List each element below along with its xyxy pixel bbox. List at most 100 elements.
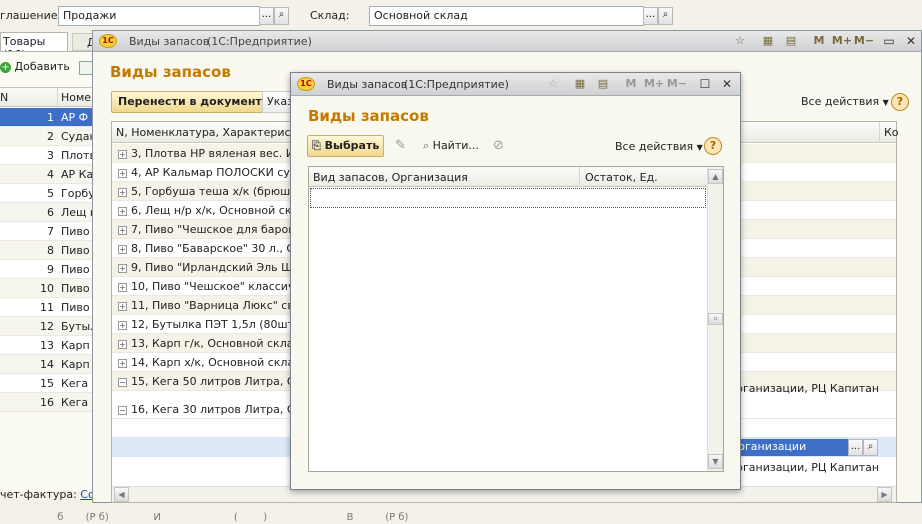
favorite-icon[interactable]: ☆ [732,33,748,49]
help-button[interactable]: ? [891,93,909,111]
dialog-all-actions-menu[interactable]: Все действия ▼ [615,140,703,153]
row-number: 5 [47,187,54,200]
row-text: 4, АР Кальмар ПОЛОСКИ суш [131,166,300,179]
row-number: 8 [47,244,54,257]
chevron-down-icon: ▼ [882,98,889,107]
row-number: 6 [47,206,54,219]
dialog-calculator-icon[interactable]: ▦ [572,76,588,92]
expand-icon[interactable]: + [118,339,127,349]
dialog-favorite-icon[interactable]: ☆ [545,76,561,92]
expand-icon[interactable]: + [118,320,127,330]
scroll-left-icon[interactable]: ◀ [114,487,129,502]
memory-plus-button[interactable]: M+ [831,33,853,49]
dialog-memory-plus-button[interactable]: M+ [643,76,665,92]
find-button[interactable]: ⌕ Найти... [423,139,479,153]
dialog-memory-m-button[interactable]: M [623,76,639,92]
edit-pencil-icon[interactable]: ✎ [395,138,406,153]
copy-icon[interactable] [79,61,93,75]
dialog-memory-minus-button[interactable]: M− [666,76,688,92]
middle-header-title: Виды запасов [110,63,231,81]
dialog-empty-row[interactable] [310,188,706,208]
expand-icon[interactable]: + [118,282,127,292]
row-name: АР Ка [61,168,94,181]
row-number: 12 [40,320,54,333]
specify-button[interactable]: Указ [262,91,292,113]
row-text: 5, Горбуша теша х/к (брюшки г [131,185,314,198]
col-kind-header: Вид запасов, Организация [313,171,468,184]
select-button[interactable]: ⎘ Выбрать [307,135,385,157]
right-cell-select-button[interactable]: ... [848,439,863,456]
warehouse-search-icon[interactable]: ⌕ [658,7,673,25]
row-name: Пиво [61,282,90,295]
dialog-help-button[interactable]: ? [704,137,722,155]
row-name: Пиво [61,244,90,257]
right-cell-3: рганизации, РЦ Капитан [736,461,880,474]
middle-titlebar: 1С Виды запасов (1С:Предприятие) ☆ ▦ ▤ M… [93,31,921,52]
dialog-vscroll[interactable]: ▲ ▫ ▼ [707,167,723,471]
transfer-to-document-button[interactable]: Перенести в документ [111,91,269,113]
row-number: 2 [47,130,54,143]
add-label: Добавить [14,60,70,73]
row-number: 15 [40,377,54,390]
expand-icon[interactable]: + [118,244,127,254]
calculator-icon[interactable]: ▦ [760,33,776,49]
warehouse-select-button[interactable]: ... [643,7,658,25]
right-cell-search-icon[interactable]: ⌕ [863,439,878,456]
row-number: 1 [47,111,54,124]
row-text: 16, Кега 30 литров Литра, Осн [131,403,309,416]
scroll-up-icon[interactable]: ▲ [708,169,723,184]
tab-goods[interactable]: Товары (16) [0,32,68,61]
select-icon: ⎘ [312,139,321,152]
all-actions-menu[interactable]: Все действия ▼ [801,95,889,108]
minimize-icon[interactable]: ▭ [881,33,897,49]
add-icon: + [0,62,11,73]
warehouse-label: Склад: [310,9,350,22]
agreement-label: глашение: [0,9,62,22]
dialog-header-title: Виды запасов [308,107,429,125]
col-rest-header: Остаток, Ед. [585,171,658,184]
row-text: 6, Лещ н/р х/к, Основной скла [131,204,306,217]
agreement-search-icon[interactable]: ⌕ [274,7,289,25]
agreement-field[interactable]: Продажи [58,6,260,26]
dialog-close-icon[interactable]: ✕ [719,76,735,92]
dialog-calendar-icon[interactable]: ▤ [595,76,611,92]
expand-icon[interactable]: + [118,358,127,368]
scroll-down-icon[interactable]: ▼ [708,454,723,469]
col-n-header: N [0,91,9,104]
find-icon: ⌕ [423,139,430,152]
expand-icon[interactable]: + [118,225,127,235]
expand-icon[interactable]: + [118,263,127,273]
agreement-select-button[interactable]: ... [259,7,274,25]
1c-logo-icon: 1С [99,34,117,48]
expand-icon[interactable]: + [118,206,127,216]
add-button[interactable]: + Добавить [0,60,70,78]
dialog-chevron-down-icon: ▼ [696,143,703,152]
scroll-right-icon[interactable]: ▶ [877,487,892,502]
row-text: 8, Пиво "Баварское" 30 л., Осн [131,242,309,255]
expand-icon[interactable]: + [118,149,127,159]
memory-minus-button[interactable]: M− [853,33,875,49]
cancel-search-icon[interactable]: ⊘ [493,138,504,153]
row-text: 10, Пиво "Чешское" классиче [131,280,302,293]
dialog-maximize-icon[interactable]: ☐ [697,76,713,92]
row-name: Плотв [61,149,96,162]
expand-icon[interactable]: + [118,301,127,311]
expand-icon[interactable]: + [118,168,127,178]
calendar-icon[interactable]: ▤ [783,33,799,49]
row-text: 3, Плотва НР вяленая вес. ИП [131,147,303,160]
row-text: 14, Карп х/к, Основной склад [131,356,302,369]
row-number: 16 [40,396,54,409]
scroll-track-mid-icon[interactable]: ▫ [708,313,723,325]
row-text: 9, Пиво "Ирландский Эль Шем [131,261,308,274]
right-cell-2-field[interactable]: рганизации [736,439,848,456]
expand-icon[interactable]: + [118,187,127,197]
warehouse-field[interactable]: Основной склад [369,6,644,26]
close-icon[interactable]: ✕ [903,33,919,49]
row-name: Пиво [61,263,90,276]
memory-m-button[interactable]: M [811,33,827,49]
collapse-icon[interactable]: − [118,377,127,387]
row-name: Судак [61,130,97,143]
row-number: 11 [40,301,54,314]
collapse-icon[interactable]: − [118,405,127,415]
row-name: Пиво [61,225,90,238]
